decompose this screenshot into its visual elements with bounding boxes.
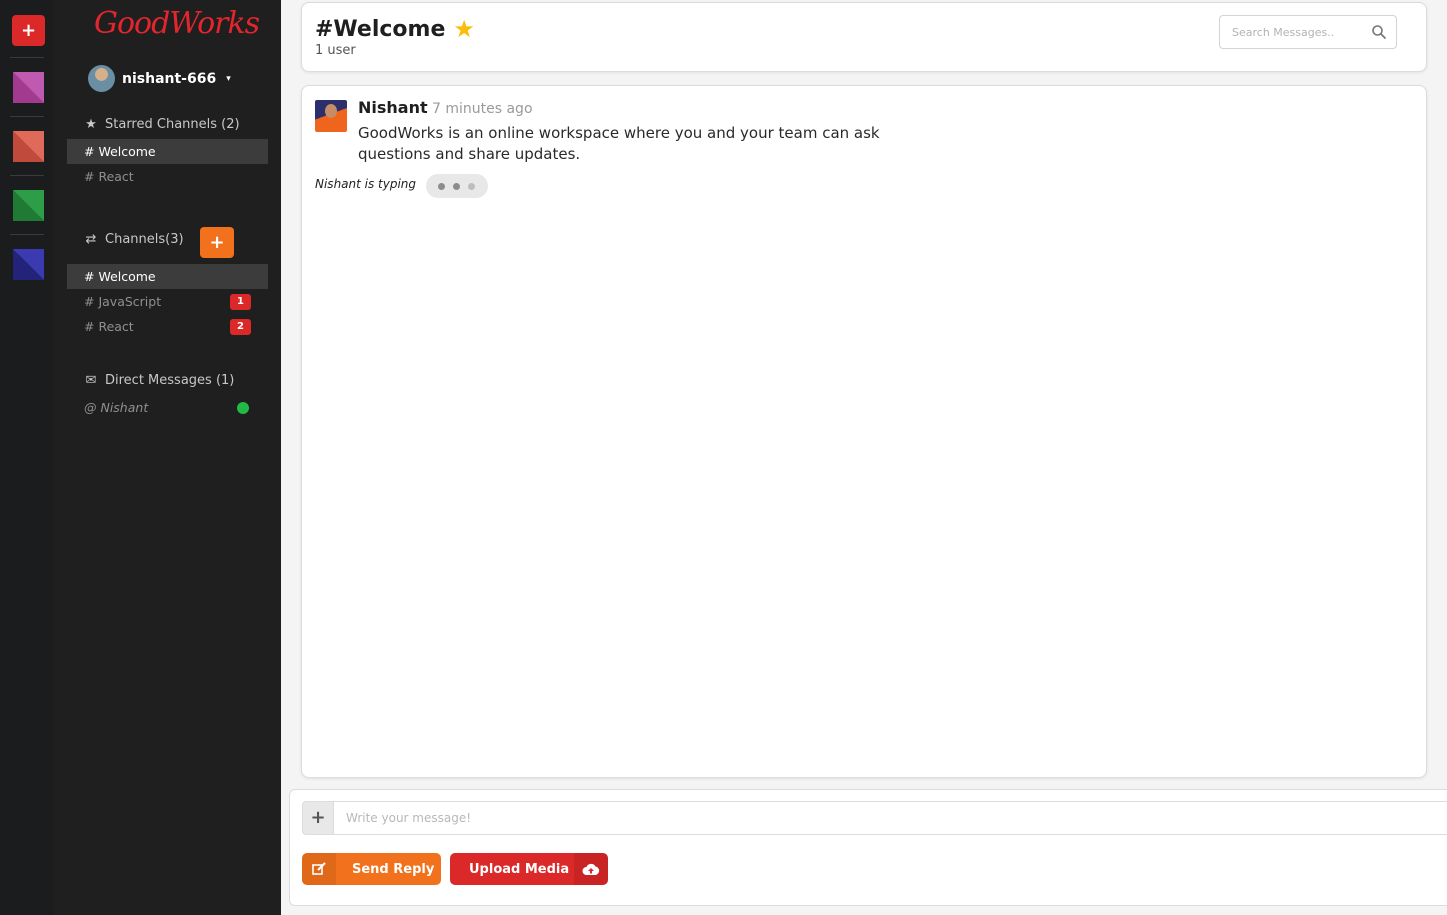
channel-header: #Welcome ★ 1 user (301, 2, 1427, 72)
message-form: + Send Reply Upload Media (289, 789, 1447, 906)
username: nishant-666 (122, 70, 217, 87)
star-icon: ★ (85, 117, 97, 132)
sidebar: GoodWorks nishant-666 ▾ ★ Starred Channe… (54, 0, 281, 915)
purple-color-swatch[interactable] (13, 72, 44, 103)
unread-badge: 2 (230, 319, 251, 335)
mail-icon: ✉ (85, 373, 97, 388)
search-icon[interactable] (1371, 24, 1387, 40)
dm-item-nishant[interactable]: @ Nishant (67, 395, 268, 420)
messages-panel: Nishant 7 minutes ago GoodWorks is an on… (301, 85, 1427, 778)
add-color-button[interactable]: + (12, 15, 45, 46)
caret-down-icon: ▾ (226, 73, 231, 84)
channel-title: #Welcome ★ (315, 15, 475, 43)
message-text: GoodWorks is an online workspace where y… (358, 124, 880, 163)
divider (10, 57, 44, 58)
user-dropdown[interactable]: nishant-666 ▾ (88, 65, 231, 92)
unread-badge: 1 (230, 294, 251, 310)
channel-label: # React (84, 319, 134, 334)
user-count: 1 user (315, 43, 356, 58)
cloud-upload-icon (574, 853, 608, 885)
upload-media-label: Upload Media (469, 861, 570, 877)
app-logo: GoodWorks (94, 6, 260, 41)
typing-dots-icon (426, 174, 488, 198)
exchange-icon: ⇄ (85, 232, 97, 247)
message-avatar (315, 100, 347, 132)
channels-header: ⇄ Channels(3) (84, 232, 184, 247)
starred-item-react[interactable]: # React (67, 164, 268, 189)
channel-item-javascript[interactable]: # JavaScript 1 (67, 289, 268, 314)
typing-dot (468, 183, 475, 190)
edit-icon (302, 853, 336, 885)
avatar (88, 65, 115, 92)
search-input[interactable] (1220, 16, 1360, 48)
blue-color-swatch[interactable] (13, 249, 44, 280)
dm-label: @ Nishant (84, 400, 149, 415)
divider (10, 175, 44, 176)
channels-title: Channels(3) (105, 232, 184, 247)
send-reply-label: Send Reply (352, 861, 435, 877)
search-box (1219, 15, 1397, 49)
typing-indicator-text: Nishant is typing (315, 177, 417, 191)
starred-channels-title: Starred Channels (2) (105, 117, 240, 132)
send-reply-button[interactable]: Send Reply (302, 853, 441, 885)
typing-dot (453, 183, 460, 190)
star-icon[interactable]: ★ (453, 15, 475, 43)
channel-name: #Welcome (315, 16, 446, 42)
add-emoji-button[interactable]: + (302, 801, 334, 835)
channel-label: # JavaScript (84, 294, 162, 309)
channel-label: # Welcome (84, 269, 156, 284)
color-panel: + (0, 0, 54, 915)
message-input[interactable] (334, 801, 1447, 835)
starred-channels-header: ★ Starred Channels (2) (84, 117, 240, 132)
starred-item-welcome[interactable]: # Welcome (67, 139, 268, 164)
message-author[interactable]: Nishant (358, 98, 428, 117)
add-channel-button[interactable]: + (200, 227, 234, 258)
channel-label: # Welcome (84, 144, 156, 159)
upload-media-button[interactable]: Upload Media (450, 853, 608, 885)
channel-label: # React (84, 169, 134, 184)
red-color-swatch[interactable] (13, 131, 44, 162)
online-status-icon (237, 402, 249, 414)
direct-messages-title: Direct Messages (1) (105, 373, 235, 388)
message-timestamp: 7 minutes ago (432, 101, 533, 117)
channel-item-welcome[interactable]: # Welcome (67, 264, 268, 289)
green-color-swatch[interactable] (13, 190, 44, 221)
typing-dot (438, 183, 445, 190)
channel-item-react[interactable]: # React 2 (67, 314, 268, 339)
divider (10, 234, 44, 235)
direct-messages-header: ✉ Direct Messages (1) (84, 373, 235, 388)
divider (10, 116, 44, 117)
